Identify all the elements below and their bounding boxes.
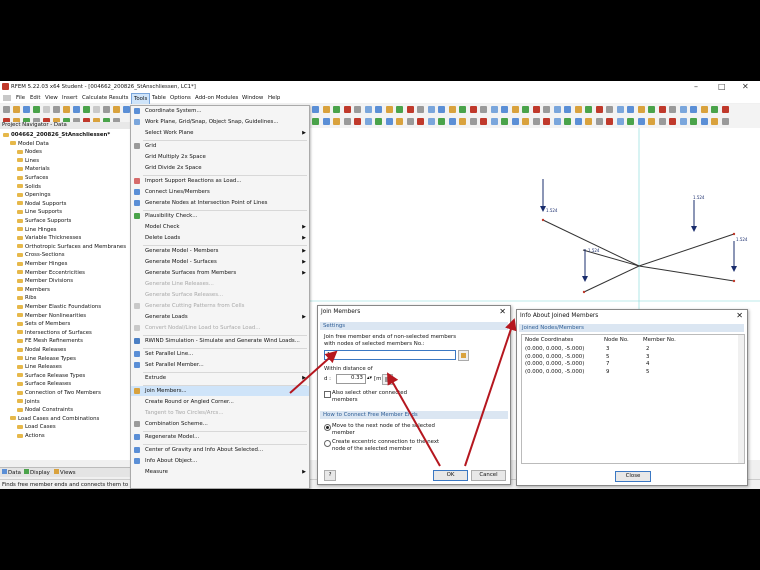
arrow-to-distance — [387, 372, 441, 467]
arrow-to-info-dialog — [464, 318, 517, 467]
arrow-to-member-input — [289, 350, 338, 394]
annotation-arrows — [289, 318, 517, 467]
